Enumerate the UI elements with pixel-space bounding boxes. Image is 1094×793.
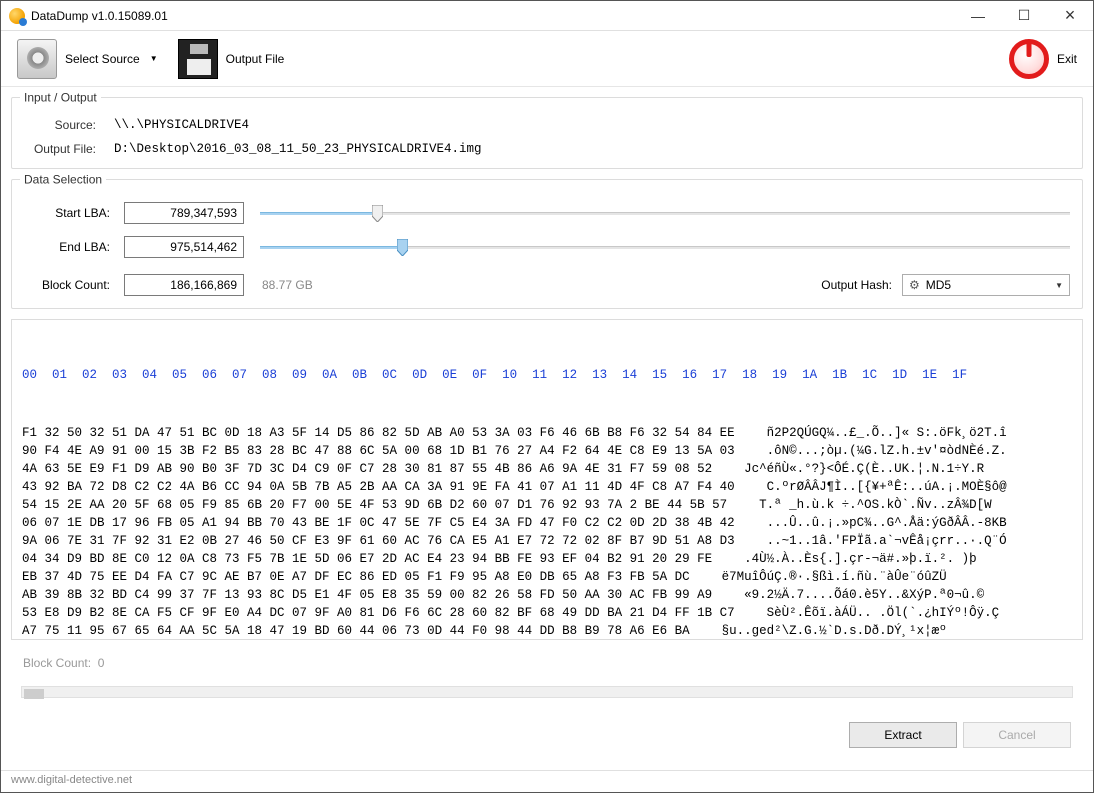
hex-row: F1 32 50 32 51 DA 47 51 BC 0D 18 A3 5F 1…: [22, 424, 1072, 442]
end-lba-label: End LBA:: [24, 240, 124, 254]
hex-view: 00 01 02 03 04 05 06 07 08 09 0A 0B 0C 0…: [11, 319, 1083, 640]
slider-thumb-icon[interactable]: [372, 205, 383, 222]
hex-row: 90 F4 4E A9 91 00 15 3B F2 B5 83 28 BC 4…: [22, 442, 1072, 460]
start-lba-slider[interactable]: [260, 203, 1070, 223]
select-source-button[interactable]: Select Source ▼: [9, 35, 166, 83]
app-icon: [9, 8, 25, 24]
io-group: Input / Output Source: \\.\PHYSICALDRIVE…: [11, 97, 1083, 169]
output-file-path-value: D:\Desktop\2016_03_08_11_50_23_PHYSICALD…: [114, 142, 482, 156]
hex-row: 54 15 2E AA 20 5F 68 05 F9 85 6B 20 F7 0…: [22, 496, 1072, 514]
horizontal-scrollbar[interactable]: [21, 686, 1073, 698]
exit-button[interactable]: Exit: [1001, 35, 1085, 83]
output-hash-label: Output Hash:: [821, 278, 892, 292]
hex-row: A7 75 11 95 67 65 64 AA 5C 5A 18 47 19 B…: [22, 622, 1072, 640]
hex-row: 53 E8 D9 B2 8E CA F5 CF 9F E0 A4 DC 07 9…: [22, 604, 1072, 622]
hex-row: 4A 63 5E E9 F1 D9 AB 90 B0 3F 7D 3C D4 C…: [22, 460, 1072, 478]
exit-label: Exit: [1057, 52, 1077, 66]
size-hint: 88.77 GB: [262, 278, 313, 292]
output-hash-select[interactable]: ⚙ MD5 ▼: [902, 274, 1070, 296]
io-legend: Input / Output: [20, 91, 101, 105]
output-file-button[interactable]: Output File: [170, 35, 293, 83]
status-block-count: Block Count: 0: [11, 650, 1083, 676]
output-file-path-label: Output File:: [24, 142, 114, 156]
title-bar: DataDump v1.0.15089.01 — ☐ ×: [1, 1, 1093, 31]
start-lba-label: Start LBA:: [24, 206, 124, 220]
output-hash-value: MD5: [926, 278, 951, 292]
source-value: \\.\PHYSICALDRIVE4: [114, 118, 249, 132]
start-lba-input[interactable]: [124, 202, 244, 224]
hex-row: 9A 06 7E 31 7F 92 31 E2 0B 27 46 50 CF E…: [22, 532, 1072, 550]
end-lba-slider[interactable]: [260, 237, 1070, 257]
gear-icon: ⚙: [909, 278, 920, 292]
chevron-down-icon: ▼: [150, 54, 158, 63]
extract-button[interactable]: Extract: [849, 722, 957, 748]
hdd-icon: [17, 39, 57, 79]
hex-row: 06 07 1E DB 17 96 FB 05 A1 94 BB 70 43 B…: [22, 514, 1072, 532]
power-icon: [1009, 39, 1049, 79]
hex-header: 00 01 02 03 04 05 06 07 08 09 0A 0B 0C 0…: [22, 366, 1072, 384]
cancel-button: Cancel: [963, 722, 1071, 748]
end-lba-input[interactable]: [124, 236, 244, 258]
minimize-button[interactable]: —: [955, 1, 1001, 31]
footer-url: www.digital-detective.net: [1, 770, 1093, 792]
slider-thumb-icon[interactable]: [397, 239, 408, 256]
output-file-label: Output File: [226, 52, 285, 66]
hex-row: AB 39 8B 32 BD C4 99 37 7F 13 93 8C D5 E…: [22, 586, 1072, 604]
close-button[interactable]: ×: [1047, 1, 1093, 31]
hex-row: 43 92 BA 72 D8 C2 C2 4A B6 CC 94 0A 5B 7…: [22, 478, 1072, 496]
toolbar: Select Source ▼ Output File Exit: [1, 31, 1093, 87]
chevron-down-icon: ▼: [1055, 281, 1063, 290]
floppy-icon: [178, 39, 218, 79]
select-source-label: Select Source: [65, 52, 140, 66]
window-title: DataDump v1.0.15089.01: [31, 9, 168, 23]
maximize-button[interactable]: ☐: [1001, 1, 1047, 31]
source-label: Source:: [24, 118, 114, 132]
hex-row: 04 34 D9 BD 8E C0 12 0A C8 73 F5 7B 1E 5…: [22, 550, 1072, 568]
data-selection-legend: Data Selection: [20, 173, 106, 187]
hex-row: EB 37 4D 75 EE D4 FA C7 9C AE B7 0E A7 D…: [22, 568, 1072, 586]
data-selection-group: Data Selection Start LBA: End LBA:: [11, 179, 1083, 309]
block-count-label: Block Count:: [24, 278, 124, 292]
block-count-input[interactable]: [124, 274, 244, 296]
